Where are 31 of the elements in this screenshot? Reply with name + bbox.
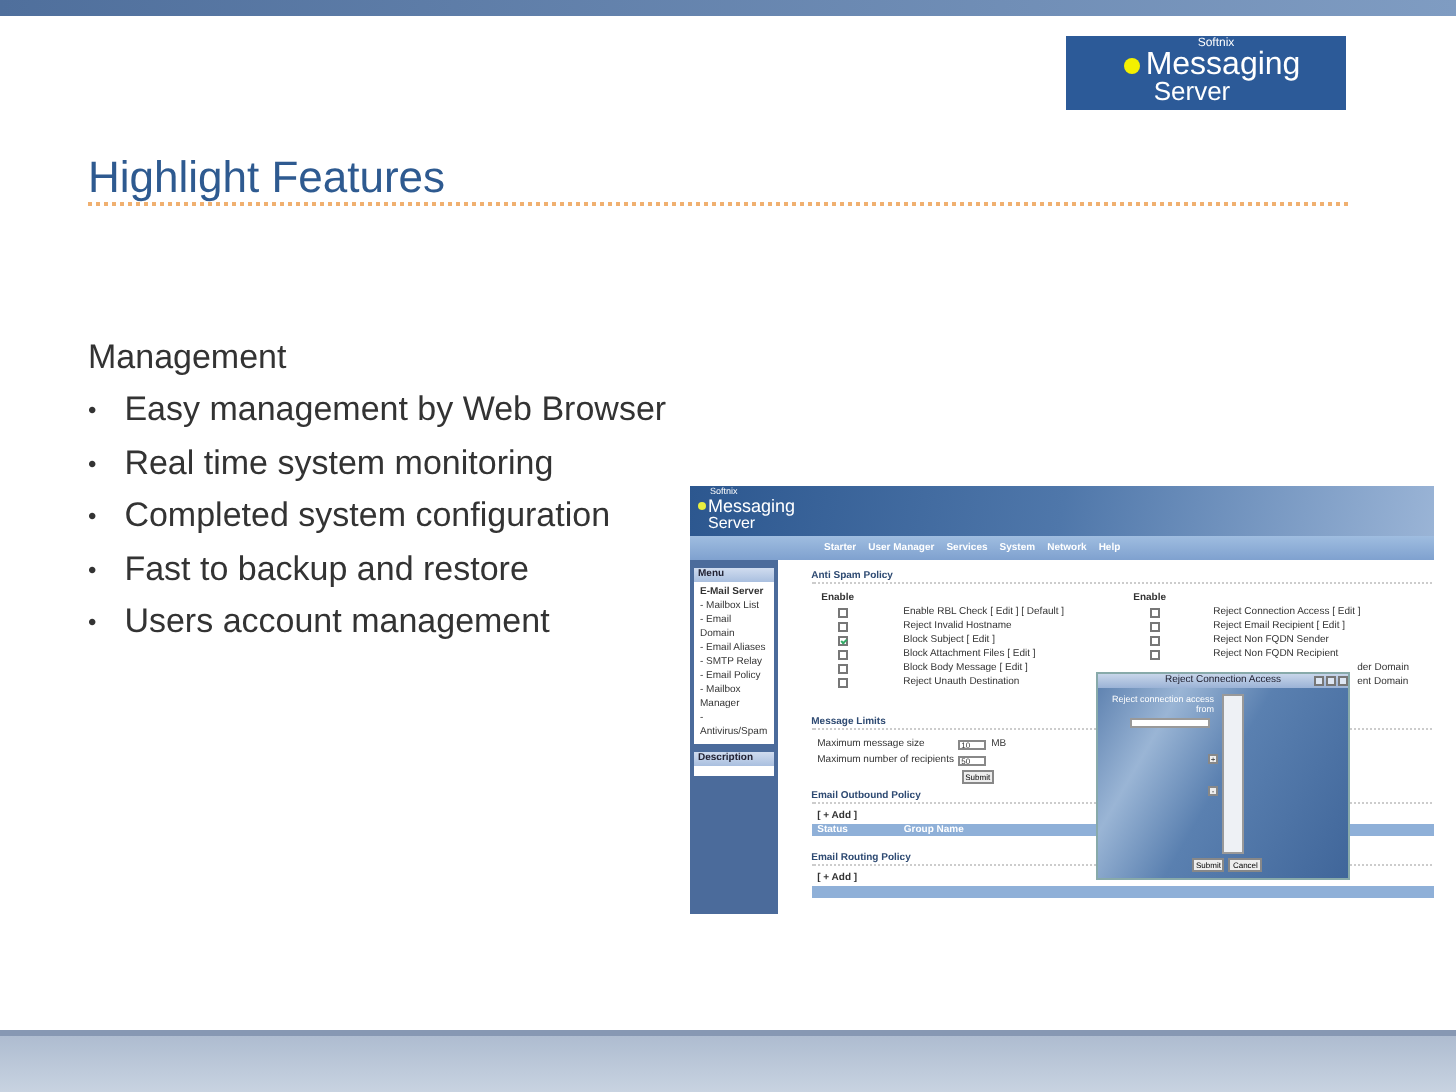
bullet-text: Completed system configuration [124,494,611,539]
bullet-text: Easy management by Web Browser [124,388,667,433]
maximize-icon[interactable] [1326,676,1336,686]
slide-title: Highlight Features [88,150,446,206]
bullet-mark: • [88,553,97,588]
checkbox[interactable] [837,608,848,618]
checkbox[interactable] [837,650,848,660]
bullet-text: Users account management [124,600,550,645]
bullet-text: Real time system monitoring [124,441,554,486]
bullet-mark: • [88,500,97,535]
checkbox[interactable] [837,664,848,674]
checkbox[interactable] [1149,608,1160,618]
bullet-text: Fast to backup and restore [124,547,529,592]
section-heading: Management [88,336,289,380]
checkbox[interactable] [1149,636,1160,646]
bullet-mark: • [88,606,97,641]
list-box[interactable] [1222,694,1244,854]
bullet-mark: • [88,394,97,429]
bullet-mark: • [88,447,97,482]
logo-text: Server [708,515,756,531]
dot-icon [1123,57,1140,74]
checkbox[interactable] [837,636,848,646]
input-field[interactable] [1130,718,1210,728]
dot-icon [698,502,706,510]
logo-text: Messaging [1145,50,1301,81]
checkbox[interactable] [1149,650,1160,660]
logo-text: Server [1153,80,1231,106]
checkbox[interactable] [837,678,848,688]
logo-text: Messaging [708,497,796,515]
checkbox[interactable] [837,622,848,632]
checkbox[interactable] [1149,622,1160,632]
